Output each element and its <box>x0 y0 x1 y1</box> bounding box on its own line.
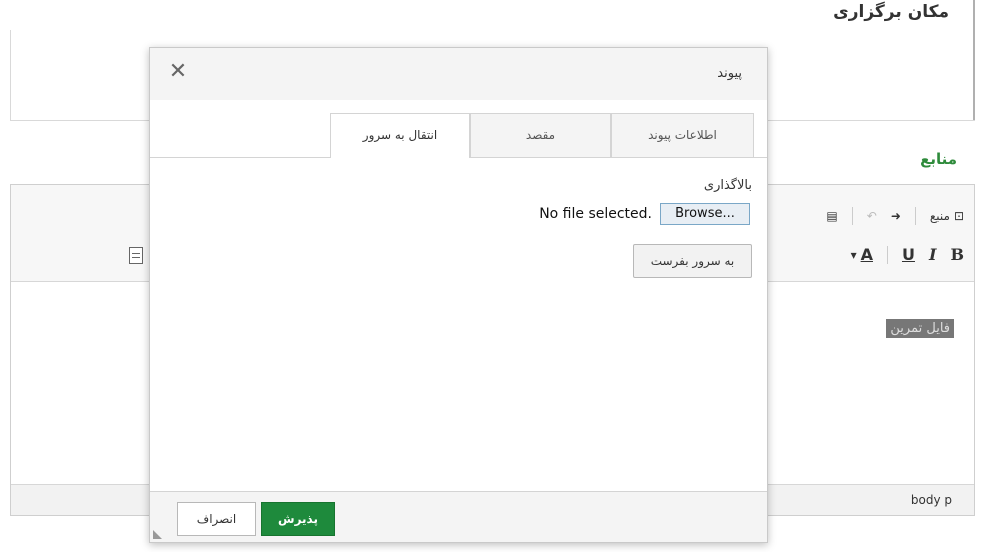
tab-upload[interactable]: انتقال به سرور <box>330 113 470 158</box>
no-file-text: No file selected. <box>539 206 652 222</box>
link-dialog: پیوند ✕ اطلاعات پیوند مقصد انتقال به سرو… <box>149 47 768 543</box>
file-input: No file selected. Browse... <box>539 203 750 225</box>
toolbar-row-1: ▤ ↶ ➜ منبع ⊡ <box>826 207 964 225</box>
chevron-down-icon: ▾ <box>850 247 857 262</box>
paste-icon[interactable]: ▤ <box>826 209 837 223</box>
italic-button[interactable]: I <box>929 245 936 264</box>
source-icon: ⊡ <box>953 209 964 223</box>
toolbar-separator <box>851 207 853 225</box>
cancel-button[interactable]: انصراف <box>177 502 256 536</box>
resize-handle-icon[interactable] <box>153 530 162 539</box>
upload-label: بالاگذاری <box>703 178 752 193</box>
dialog-header: پیوند ✕ <box>150 48 767 101</box>
toolbar-separator <box>886 245 888 264</box>
browse-button[interactable]: Browse... <box>660 203 750 225</box>
element-path[interactable]: body p <box>911 493 952 507</box>
font-color-icon: A <box>860 245 873 264</box>
bold-button[interactable]: B <box>950 245 964 264</box>
source-button[interactable]: منبع ⊡ <box>930 209 964 223</box>
tab-target[interactable]: مقصد <box>470 113 611 157</box>
source-label: منبع <box>929 209 950 223</box>
dialog-tabs: اطلاعات پیوند مقصد انتقال به سرور <box>150 100 767 158</box>
venue-heading: مکان برگزاری <box>833 2 949 22</box>
divider <box>973 0 975 120</box>
accept-button[interactable]: پذیرش <box>261 502 335 536</box>
text-color-button[interactable]: ▾ A <box>851 245 873 264</box>
tab-link-info[interactable]: اطلاعات پیوند <box>611 113 754 157</box>
dialog-title: پیوند <box>717 66 742 81</box>
document-icon[interactable] <box>129 247 143 264</box>
redo-icon[interactable]: ➜ <box>891 209 901 223</box>
resources-heading: منابع <box>920 150 957 168</box>
toolbar-row-2: ▾ A U I B <box>851 245 964 264</box>
send-to-server-button[interactable]: به سرور بفرست <box>633 244 752 278</box>
close-icon[interactable]: ✕ <box>166 60 190 84</box>
dialog-footer: پذیرش انصراف <box>150 491 767 542</box>
toolbar-separator <box>914 207 916 225</box>
undo-icon[interactable]: ↶ <box>867 209 877 223</box>
selected-text: فایل تمرین <box>886 319 954 338</box>
underline-button[interactable]: U <box>902 245 915 264</box>
